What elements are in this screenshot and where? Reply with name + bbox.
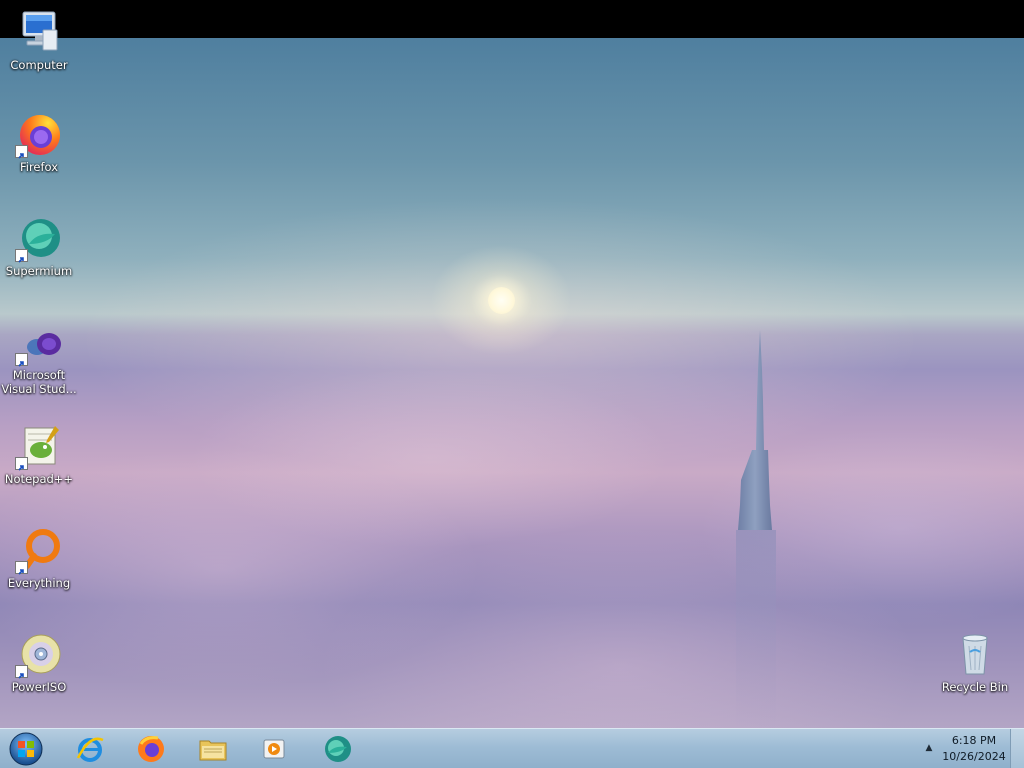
desktop-wallpaper: [0, 38, 1024, 766]
shortcut-arrow-icon: [15, 145, 28, 159]
firefox-icon: [15, 110, 63, 159]
show-desktop-button[interactable]: [1010, 729, 1024, 768]
folder-icon: [199, 740, 227, 761]
desktop-icon-label: Everything: [7, 576, 71, 590]
clock-time: 6:18 PM: [951, 734, 997, 747]
desktop-icon-everything[interactable]: Everything: [1, 526, 77, 590]
start-button[interactable]: [8, 731, 44, 767]
taskbar-pin-supermium[interactable]: [315, 730, 359, 768]
desktop-icon-poweriso[interactable]: PowerISO: [1, 630, 77, 694]
desktop-icon-computer[interactable]: Computer: [1, 8, 77, 72]
recycle-bin-icon: [951, 630, 999, 678]
taskbar-pin-internet-explorer[interactable]: [68, 730, 112, 768]
desktop-icon-notepad-plus-plus[interactable]: Notepad++: [1, 422, 77, 486]
shortcut-arrow-icon: [15, 353, 28, 367]
shortcut-arrow-icon: [15, 457, 28, 471]
wallpaper-tower: [736, 330, 776, 730]
desktop-icon-label: Notepad++: [4, 472, 74, 486]
wallpaper-sun: [488, 287, 515, 314]
taskbar: ▲ 6:18 PM 10/26/2024: [0, 728, 1024, 768]
desktop-icon-supermium[interactable]: Supermium: [1, 214, 77, 278]
visual-studio-icon: [15, 318, 63, 367]
media-player-icon: [263, 739, 285, 759]
top-black-band: [0, 0, 1024, 38]
notepad-plus-plus-icon: [15, 422, 63, 471]
desktop-icon-firefox[interactable]: Firefox: [1, 110, 77, 174]
tray-expand-icon[interactable]: ▲: [922, 741, 936, 755]
clock-date: 10/26/2024: [942, 750, 1006, 763]
desktop-icon-recycle-bin[interactable]: Recycle Bin: [937, 630, 1013, 694]
everything-search-icon: [15, 526, 63, 575]
desktop-icon-label: Supermium: [5, 264, 73, 278]
windows-logo-icon: [9, 732, 43, 766]
taskbar-pin-windows-explorer[interactable]: [191, 730, 235, 768]
supermium-icon: [15, 214, 63, 263]
taskbar-clock[interactable]: 6:18 PM 10/26/2024: [938, 733, 1010, 765]
desktop-icon-label: Firefox: [19, 160, 59, 174]
taskbar-pin-firefox[interactable]: [129, 730, 173, 768]
taskbar-pin-media-player[interactable]: [252, 730, 296, 768]
desktop-icon-label: PowerISO: [11, 680, 67, 694]
desktop-icon-visual-studio[interactable]: Microsoft Visual Stud...: [1, 318, 77, 396]
shortcut-arrow-icon: [15, 561, 28, 575]
supermium-icon: [325, 736, 351, 762]
poweriso-icon: [15, 630, 63, 679]
shortcut-arrow-icon: [15, 665, 28, 679]
desktop-icon-label: Computer: [10, 58, 68, 72]
firefox-icon: [138, 736, 164, 762]
desktop-icon-label: Microsoft Visual Stud...: [1, 368, 77, 396]
internet-explorer-icon: [76, 737, 104, 762]
cloud-haze: [0, 368, 1024, 766]
shortcut-arrow-icon: [15, 249, 28, 263]
desktop-screen: Computer Firefox Supermium Microsoft Vis…: [0, 0, 1024, 768]
computer-icon: [15, 8, 63, 56]
desktop-icon-label: Recycle Bin: [941, 680, 1009, 694]
